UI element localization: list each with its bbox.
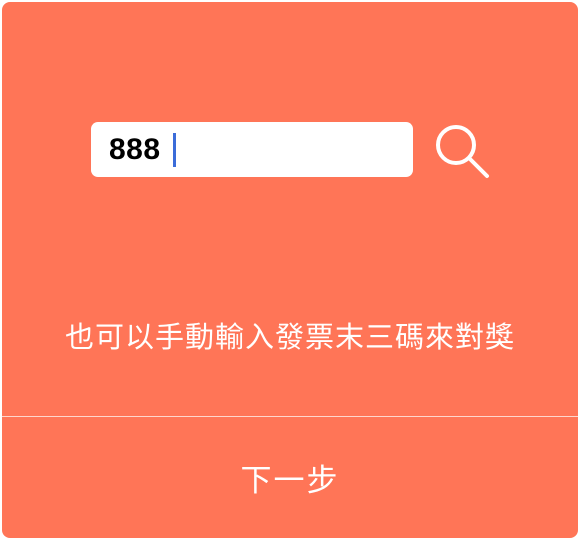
text-caret — [172, 132, 176, 167]
next-step-button[interactable]: 下一步 — [2, 417, 578, 538]
invoice-number-input[interactable]: 888 — [91, 122, 413, 177]
invoice-number-value: 888 — [109, 132, 161, 166]
invoice-check-dialog: 888 也可以手動輸入發票末三碼來對獎 下一步 — [2, 2, 578, 538]
search-row: 888 — [91, 122, 491, 182]
search-icon[interactable] — [433, 122, 491, 180]
manual-entry-hint: 也可以手動輸入發票末三碼來對獎 — [64, 320, 515, 354]
